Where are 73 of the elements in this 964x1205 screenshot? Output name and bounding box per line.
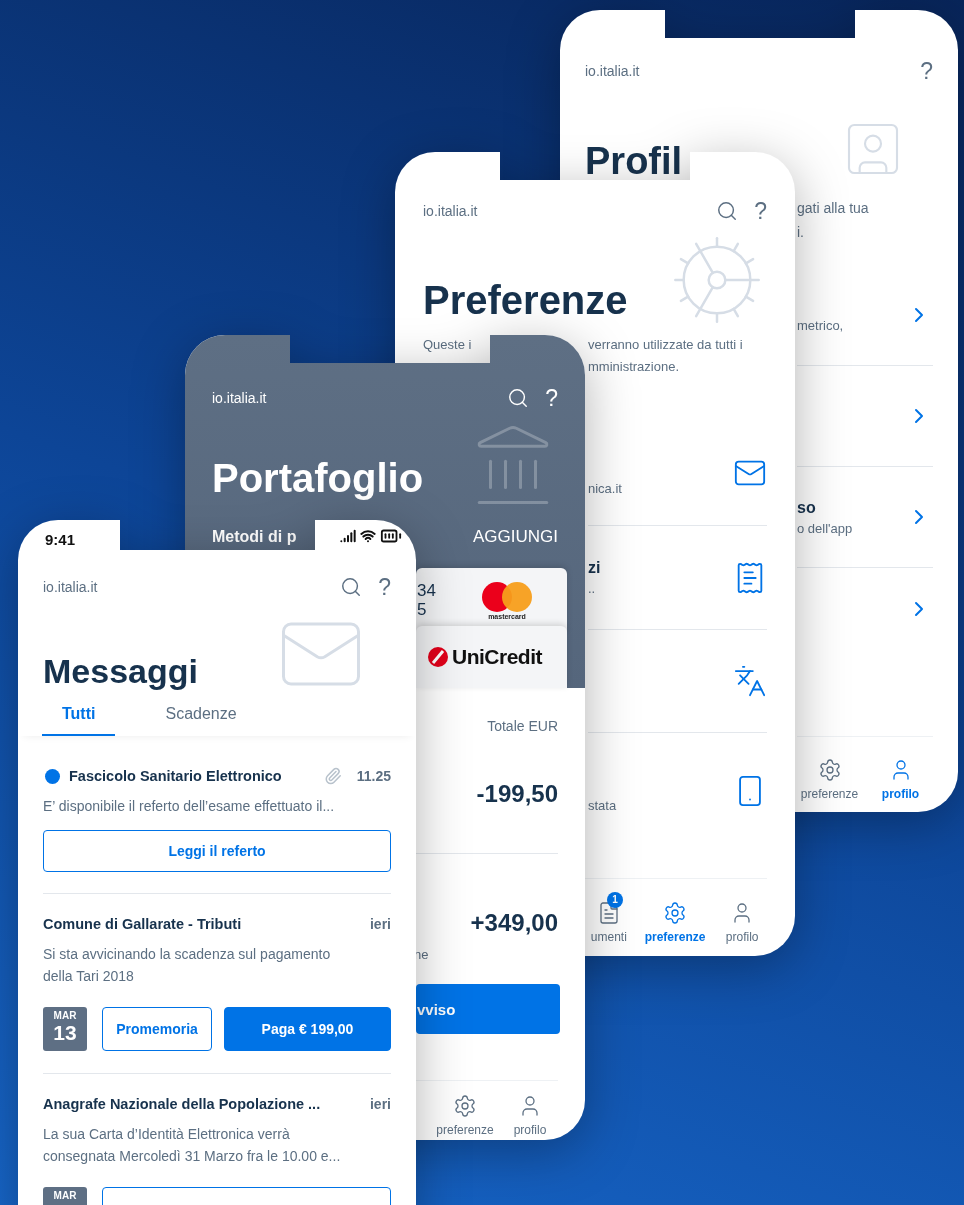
nav-tab[interactable]: profilo <box>717 891 767 944</box>
description-text: i. <box>797 223 805 242</box>
description-text: mministrazione. <box>588 358 681 376</box>
section-heading: Metodi di p <box>212 528 297 546</box>
description-text: Queste i <box>423 336 472 354</box>
overlapping-circles-icon <box>481 580 533 613</box>
search-button[interactable] <box>507 387 530 409</box>
amount: -199,50 <box>476 779 558 808</box>
help-button[interactable]: ? <box>545 386 558 410</box>
search-icon <box>716 200 739 222</box>
page-title: Profil <box>585 142 683 180</box>
message-preview: Si sta avvicinando la scadenza sul pagamento della Tari 2018 <box>43 945 332 986</box>
search-button[interactable] <box>716 200 739 222</box>
nav-tab[interactable]: umenti 1 <box>585 891 633 944</box>
gear-icon <box>817 757 842 782</box>
status-time: 9:41 <box>45 532 76 547</box>
date-month: MAR <box>53 1190 77 1201</box>
tab[interactable]: Scadenze <box>145 694 257 736</box>
message-sender: Fascicolo Sanitario Elettronico <box>69 768 282 784</box>
help-button[interactable]: ? <box>754 199 767 223</box>
translate-icon <box>733 664 767 698</box>
outline-button[interactable]: Promemoria <box>102 1007 212 1051</box>
setting-description: o dell'app <box>797 520 853 536</box>
page-title: Messaggi <box>43 654 198 688</box>
amount: +349,00 <box>470 909 558 937</box>
site-label: io.italia.it <box>43 579 98 595</box>
date-month: MAR <box>53 1010 77 1021</box>
wifi-icon <box>360 528 376 544</box>
message-time: ieri <box>370 1096 391 1112</box>
gear-icon <box>453 1093 477 1118</box>
help-button[interactable]: ? <box>920 59 933 83</box>
primary-button[interactable]: vviso <box>416 984 560 1034</box>
total-label: Totale EUR <box>487 718 558 734</box>
site-label: io.italia.it <box>423 203 478 219</box>
date-day: 13 <box>53 1021 77 1045</box>
nav-tab[interactable]: preferenze <box>640 891 710 944</box>
setting-title: zi <box>588 559 601 577</box>
nav-tab[interactable]: profilo <box>502 1084 558 1137</box>
page-title: Portafoglio <box>212 456 424 500</box>
search-icon <box>340 576 363 598</box>
nav-tab[interactable]: profilo <box>868 748 933 801</box>
setting-description: stata <box>588 798 617 813</box>
add-link[interactable]: AGGIUNGI <box>473 527 558 547</box>
message-sender: Comune di Gallarate - Tributi <box>43 916 242 932</box>
setting-description: .. <box>588 581 597 596</box>
card-number: 5 <box>417 600 428 619</box>
bank-name: UniCredit <box>452 645 542 669</box>
nav-tab[interactable]: preferenze <box>797 748 862 801</box>
page-title: Preferenze <box>423 280 628 320</box>
setting-description: nica.it <box>588 480 622 496</box>
message-time: 11.25 <box>356 768 391 784</box>
card-number: 34 <box>417 581 437 600</box>
help-button[interactable]: ? <box>378 575 391 599</box>
setting-title: so <box>797 498 817 517</box>
nav-tab[interactable]: preferenze <box>432 1084 498 1137</box>
message-preview: La sua Carta d’Identità Elettronica verrà consegnata Mercoledì 31 Marzo fra le 10.00 e... <box>43 1125 342 1166</box>
tab[interactable]: Tutti <box>42 694 116 736</box>
description-text: verranno utilizzate da tutti i <box>588 336 743 354</box>
pay-button[interactable]: Paga € 199,00 <box>224 1007 391 1051</box>
outline-button[interactable]: Leggi il referto <box>43 830 391 872</box>
description-text: gati alla tua <box>797 199 870 218</box>
setting-description: metrico, <box>797 317 844 333</box>
search-button[interactable] <box>340 576 363 598</box>
notification-badge: 1 <box>607 891 623 908</box>
signal-icon <box>340 528 356 544</box>
message-time: ieri <box>370 916 391 932</box>
slashed-circle-icon <box>427 646 449 668</box>
gear-icon <box>663 900 688 925</box>
message-preview: E’ disponibile il referto dell’esame effettuato il... <box>43 797 336 816</box>
search-icon <box>507 387 530 409</box>
message-sender: Anagrafe Nazionale della Popolazione ... <box>43 1096 321 1112</box>
site-label: io.italia.it <box>212 390 267 406</box>
site-label: io.italia.it <box>585 63 640 79</box>
